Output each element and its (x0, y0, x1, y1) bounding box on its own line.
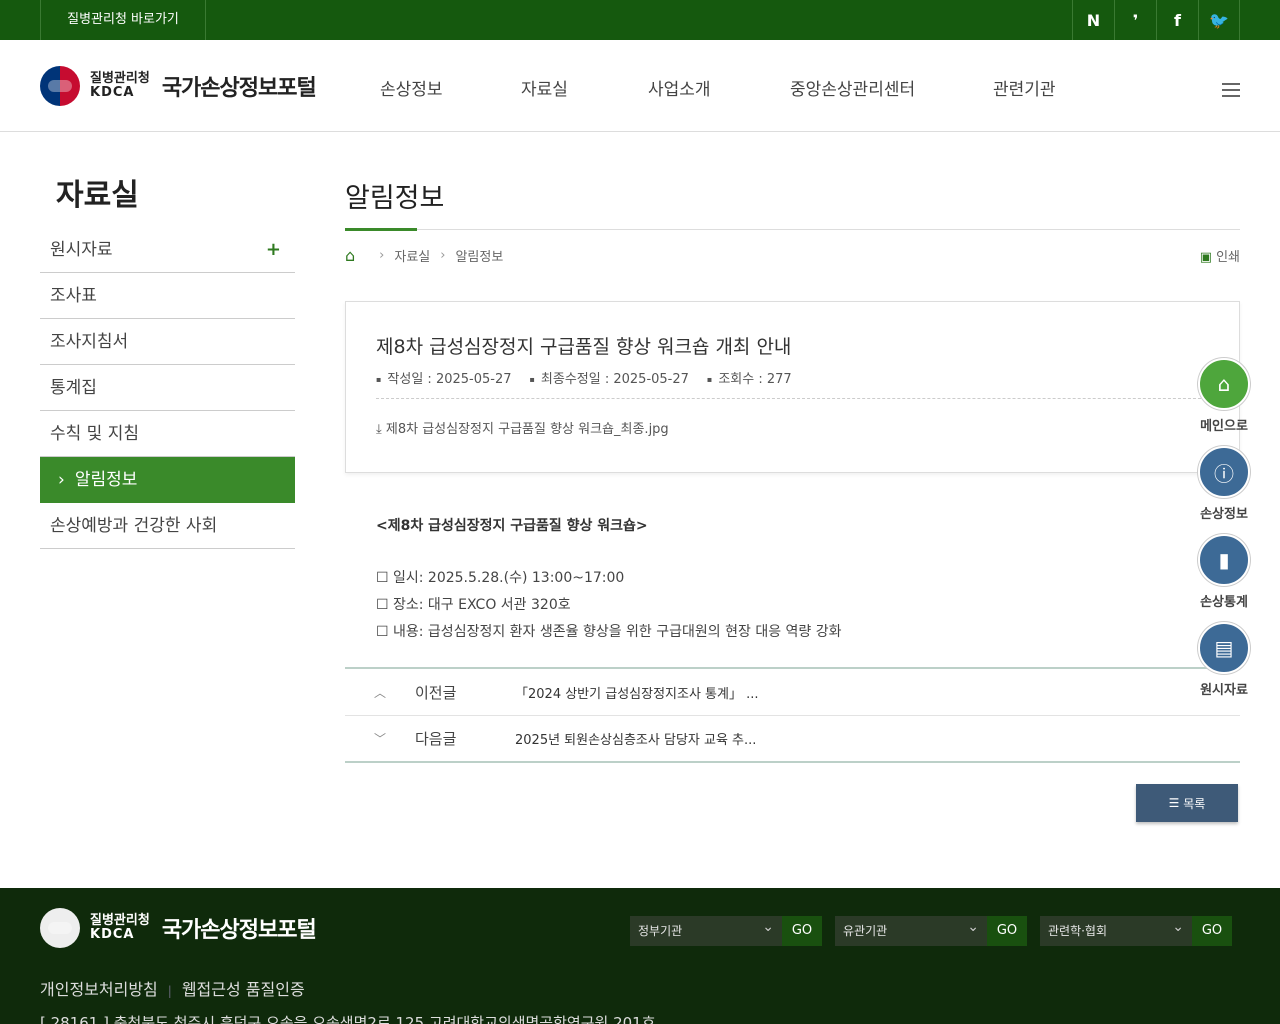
social-links: N ❜ f 🐦 (1072, 0, 1240, 40)
org-name-ko: 질병관리청 (90, 70, 150, 86)
nav-archive[interactable]: 자료실 (521, 75, 568, 100)
chevron-right-icon: › (58, 470, 65, 490)
sidebar-item-prevention[interactable]: 손상예방과 건강한 사회 (40, 503, 295, 549)
breadcrumb-archive[interactable]: 자료실 (394, 246, 430, 265)
nav-business[interactable]: 사업소개 (648, 75, 711, 100)
print-button[interactable]: ▣ 인쇄 (1200, 246, 1240, 265)
related-agency-select[interactable]: 유관기관 (835, 912, 987, 946)
home-icon: ⌂ (1198, 358, 1250, 410)
plus-icon[interactable]: + (266, 227, 281, 273)
quick-menu: ⌂ 메인으로 ⓘ 손상정보 ▮ 손상통계 ▤ 원시자료 (1197, 358, 1251, 710)
sidebar-title: 자료실 (56, 178, 139, 213)
sidebar-item-statistics[interactable]: 통계집 (40, 365, 295, 411)
next-post-link[interactable]: 2025년 퇴원손상심층조사 담당자 교육 추... (515, 729, 756, 748)
post-created: 작성일 : 2025-05-27 (376, 368, 511, 387)
home-icon[interactable]: ⌂ (345, 246, 355, 265)
post-body: <제8차 급성심장정지 구급품질 향상 워크숍> ☐ 일시: 2025.5.28… (376, 515, 842, 646)
list-icon: ☰ (1168, 796, 1184, 810)
twitter-icon[interactable]: 🐦 (1198, 0, 1240, 40)
post-body-line: ☐ 내용: 급성심장정지 환자 생존율 향상을 위한 구급대원의 현장 대응 역… (376, 624, 842, 640)
nav-injury-info[interactable]: 손상정보 (380, 75, 443, 100)
breadcrumb-separator-icon: › (379, 248, 385, 263)
footer-logo: 질병관리청 KDCA 국가손상정보포털 (40, 908, 317, 948)
quick-raw-data[interactable]: ▤ 원시자료 (1197, 622, 1251, 698)
post-body-line: ☐ 일시: 2025.5.28.(수) 13:00~17:00 (376, 570, 625, 586)
kdca-shortcut-link[interactable]: 질병관리청 바로가기 (40, 0, 206, 40)
post-header: 제8차 급성심장정지 구급품질 향상 워크숍 개최 안내 작성일 : 2025-… (345, 301, 1240, 473)
prev-post-row[interactable]: ︿ 이전글 「2024 상반기 급성심장정지조사 통계」 ... (345, 669, 1240, 715)
breadcrumb-notices[interactable]: 알림정보 (455, 246, 503, 265)
sidebar-item-guide[interactable]: 조사지침서 (40, 319, 295, 365)
site-logo[interactable]: 질병관리청 KDCA 국가손상정보포털 (40, 66, 317, 106)
download-icon: ⤓ (376, 422, 386, 437)
post-modified: 최종수정일 : 2025-05-27 (530, 368, 689, 387)
chevron-up-icon: ︿ (373, 685, 386, 700)
menu-icon[interactable] (1222, 83, 1240, 97)
taegeuk-logo-icon (40, 908, 80, 948)
association-go-button[interactable]: GO (1192, 916, 1232, 946)
page-title: 알림정보 (345, 183, 445, 214)
list-button[interactable]: ☰ 목록 (1136, 784, 1238, 822)
attachment-link[interactable]: ⤓ 제8차 급성심장정지 구급품질 향상 워크숍_최종.jpg (376, 418, 669, 437)
sidebar-item-questionnaire[interactable]: 조사표 (40, 273, 295, 319)
post-body-line: ☐ 장소: 대구 EXCO 서관 320호 (376, 597, 571, 613)
sidebar: 원시자료 + 조사표 조사지침서 통계집 수칙 및 지침 › 알림정보 손상예방과 … (40, 227, 295, 549)
quick-injury-stats[interactable]: ▮ 손상통계 (1197, 534, 1251, 610)
printer-icon: ▣ (1199, 250, 1213, 265)
post-views: 조회수 : 277 (707, 368, 791, 387)
org-name-en: KDCA (90, 85, 135, 100)
post-meta: 작성일 : 2025-05-27 최종수정일 : 2025-05-27 조회수 … (376, 368, 810, 387)
next-post-label: 다음글 (415, 730, 457, 748)
title-accent (345, 228, 417, 231)
privacy-policy-link[interactable]: 개인정보처리방침 (40, 980, 158, 999)
post-title: 제8차 급성심장정지 구급품질 향상 워크숍 개최 안내 (376, 336, 792, 358)
taegeuk-logo-icon (40, 66, 80, 106)
association-select[interactable]: 관련학·협회 (1040, 912, 1192, 946)
prev-post-link[interactable]: 「2024 상반기 급성심장정지조사 통계」 ... (515, 683, 759, 702)
bar-chart-icon: ▮ (1198, 534, 1250, 586)
accessibility-link[interactable]: 웹접근성 품질인증 (182, 980, 305, 999)
footer-site-selects: 정부기관GO 유관기관GO 관련학·협회GO (630, 912, 1245, 946)
title-divider (345, 229, 1240, 230)
info-icon: ⓘ (1198, 446, 1250, 498)
kakao-icon[interactable]: ❜ (1114, 0, 1156, 40)
portal-name: 국가손상정보포털 (161, 76, 317, 101)
sidebar-item-raw-data[interactable]: 원시자료 + (40, 227, 295, 273)
sidebar-item-rules[interactable]: 수칙 및 지침 (40, 411, 295, 457)
breadcrumb-separator-icon: › (440, 248, 446, 263)
next-post-row[interactable]: ﹀ 다음글 2025년 퇴원손상심층조사 담당자 교육 추... (345, 715, 1240, 761)
header: 질병관리청 KDCA 국가손상정보포털 손상정보 자료실 사업소개 중앙손상관리센… (0, 40, 1280, 132)
facebook-icon[interactable]: f (1156, 0, 1198, 40)
footer-address: [ 28161 ] 충청북도 청주시 흥덕구 오송읍 오송생명2로 125 고려… (40, 1014, 656, 1024)
breadcrumb: ⌂ › 자료실 › 알림정보 (345, 246, 503, 265)
chevron-down-icon: ﹀ (373, 732, 386, 746)
post-body-heading: <제8차 급성심장정지 구급품질 향상 워크숍> (376, 518, 648, 534)
related-agency-go-button[interactable]: GO (987, 916, 1027, 946)
prev-post-label: 이전글 (415, 683, 457, 702)
nav-central-center[interactable]: 중앙손상관리센터 (790, 75, 915, 100)
document-icon: ▤ (1198, 622, 1250, 674)
footer-links: 개인정보처리방침 | 웹접근성 품질인증 (40, 980, 305, 999)
gov-agency-go-button[interactable]: GO (782, 916, 822, 946)
quick-injury-info[interactable]: ⓘ 손상정보 (1197, 446, 1251, 522)
divider (376, 398, 1211, 399)
gov-agency-select[interactable]: 정부기관 (630, 912, 782, 946)
quick-main[interactable]: ⌂ 메인으로 (1197, 358, 1251, 434)
footer: 질병관리청KDCA 국가손상정보포털 정부기관GO 유관기관GO 관련학·협회G… (0, 888, 1280, 1024)
nav-related-orgs[interactable]: 관련기관 (993, 75, 1056, 100)
naver-blog-icon[interactable]: N (1072, 0, 1114, 40)
sidebar-item-notices[interactable]: › 알림정보 (40, 457, 295, 503)
post-navigation: ︿ 이전글 「2024 상반기 급성심장정지조사 통계」 ... ﹀ 다음글 2… (345, 667, 1240, 763)
top-bar: 질병관리청 바로가기 N ❜ f 🐦 (0, 0, 1280, 40)
